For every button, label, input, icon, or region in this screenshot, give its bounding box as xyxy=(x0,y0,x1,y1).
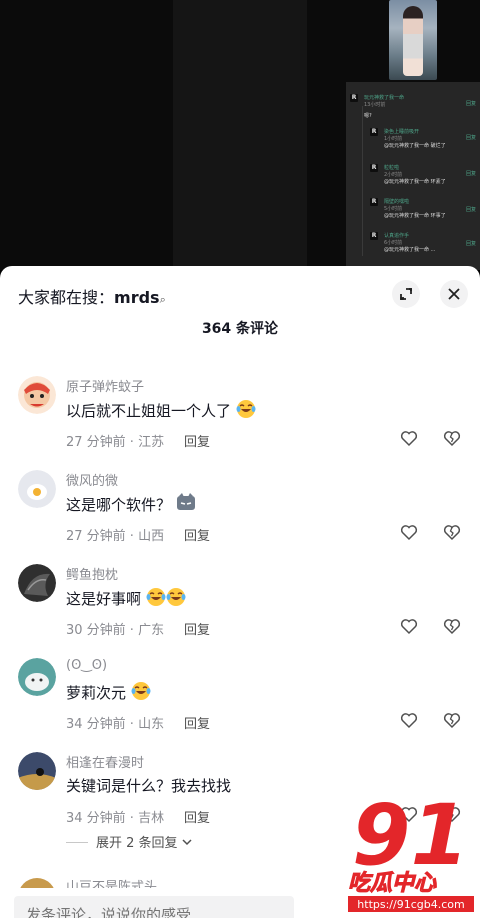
avatar[interactable] xyxy=(18,376,56,414)
embedded-comment-screenshot: R 玩元神救了我一命 13小时前 嗯? 回复 R 染色上睡前吸开 1小时前 @玩… xyxy=(346,82,480,270)
comment-text: 关键词是什么？我去找找 xyxy=(66,777,232,795)
search-icon: ⌕ xyxy=(159,293,166,306)
comment-meta: 34 分钟前 · 吉林 xyxy=(66,811,165,826)
heart-icon[interactable] xyxy=(400,429,418,447)
heart-icon[interactable] xyxy=(400,711,418,729)
comment-text: 这是哪个软件？ xyxy=(66,493,196,515)
mini-reply: 回复 xyxy=(465,101,476,107)
chevron-down-icon xyxy=(182,839,192,846)
cat-emoji-icon xyxy=(176,493,195,510)
comment-meta: 34 分钟前 · 山东 xyxy=(66,717,165,732)
svg-text:91: 91 xyxy=(352,786,469,884)
trending-search[interactable]: 大家都在搜：mrds⌕ xyxy=(18,284,166,308)
broken-heart-icon[interactable] xyxy=(443,523,461,541)
site-watermark-logo: 91 吃瓜中心 https://91cgb4.com xyxy=(346,786,476,912)
heart-icon[interactable] xyxy=(400,617,418,635)
comment-meta: 30 分钟前 · 广东 xyxy=(66,623,165,638)
comment-author[interactable]: 鳄鱼抱枕 xyxy=(66,564,118,583)
video-background: R 玩元神救了我一命 13小时前 嗯? 回复 R 染色上睡前吸开 1小时前 @玩… xyxy=(0,0,480,270)
search-prefix: 大家都在搜： xyxy=(18,288,115,307)
avatar[interactable] xyxy=(18,752,56,790)
avatar[interactable] xyxy=(18,470,56,508)
comment-meta: 27 分钟前 · 山西 xyxy=(66,529,165,544)
comment-author[interactable]: (ʘ‿ʘ) xyxy=(66,658,107,673)
comment-author[interactable]: 原子弹炸蚊子 xyxy=(66,376,144,395)
comment-text: 以后就不止姐姐一个人了 xyxy=(66,399,256,421)
svg-text:https://91cgb4.com: https://91cgb4.com xyxy=(357,898,464,911)
laugh-cry-emoji-icon xyxy=(236,400,256,418)
expand-replies-button[interactable]: 展开 2 条回复 xyxy=(66,832,192,851)
reply-button[interactable]: 回复 xyxy=(184,431,210,450)
heart-icon[interactable] xyxy=(400,523,418,541)
mini-reply: 回复 xyxy=(465,241,476,247)
comment-count: 364 条评论 xyxy=(201,321,279,337)
mini-reply: 回复 xyxy=(465,207,476,213)
laugh-cry-emoji-icon xyxy=(131,682,151,700)
close-icon xyxy=(448,288,460,300)
comment-author[interactable]: 微风的微 xyxy=(66,470,118,489)
expand-replies-label: 展开 2 条回复 xyxy=(96,836,178,851)
reply-button[interactable]: 回复 xyxy=(184,713,210,732)
svg-text:吃瓜中心: 吃瓜中心 xyxy=(348,871,437,896)
avatar[interactable] xyxy=(18,564,56,602)
comment-author[interactable]: 相逢在春漫时 xyxy=(66,752,144,771)
broken-heart-icon[interactable] xyxy=(443,711,461,729)
comment-input[interactable] xyxy=(14,896,294,918)
video-frame[interactable]: R 玩元神救了我一命 13小时前 嗯? 回复 R 染色上睡前吸开 1小时前 @玩… xyxy=(173,0,480,270)
video-thumbnail xyxy=(389,0,437,80)
mini-reply: 回复 xyxy=(465,135,476,141)
expand-icon xyxy=(400,288,412,300)
laugh-cry-emoji-icon xyxy=(146,588,166,606)
reply-button[interactable]: 回复 xyxy=(184,807,210,826)
expand-button[interactable] xyxy=(392,280,420,308)
comment-text: 这是好事啊 xyxy=(66,587,186,609)
comment-meta: 27 分钟前 · 江苏 xyxy=(66,435,165,450)
comment-item: 原子弹炸蚊子 以后就不止姐姐一个人了 27 分钟前 · 江苏 回复 xyxy=(0,376,480,466)
avatar[interactable] xyxy=(18,658,56,696)
close-button[interactable] xyxy=(440,280,468,308)
broken-heart-icon[interactable] xyxy=(443,429,461,447)
divider xyxy=(66,842,88,843)
reply-button[interactable]: 回复 xyxy=(184,619,210,638)
comment-text: 萝莉次元 xyxy=(66,681,151,703)
search-term[interactable]: mrds xyxy=(114,288,160,307)
comment-item: 微风的微 这是哪个软件？ 27 分钟前 · 山西 回复 xyxy=(0,470,480,560)
reply-button[interactable]: 回复 xyxy=(184,525,210,544)
mini-reply: 回复 xyxy=(465,171,476,177)
comment-item: 鳄鱼抱枕 这是好事啊 30 分钟前 · 广东 回复 xyxy=(0,564,480,654)
comment-item: (ʘ‿ʘ) 萝莉次元 34 分钟前 · 山东 回复 xyxy=(0,658,480,748)
laugh-cry-emoji-icon xyxy=(166,588,186,606)
broken-heart-icon[interactable] xyxy=(443,617,461,635)
